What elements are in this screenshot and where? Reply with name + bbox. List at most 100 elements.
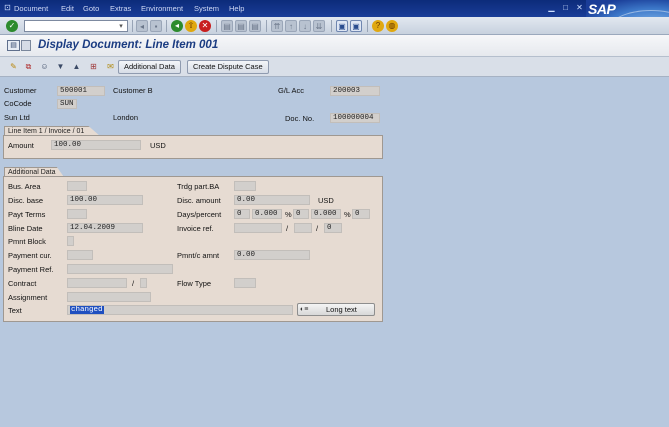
new-session-icon[interactable]: ▣ xyxy=(336,20,348,32)
percent2-sign: % xyxy=(344,210,351,219)
amount-field[interactable]: 100.00 xyxy=(51,140,141,150)
disc-currency: USD xyxy=(318,196,334,205)
percent1-field[interactable]: 0.000 xyxy=(252,209,282,219)
first-page-icon[interactable]: ⇈ xyxy=(271,20,283,32)
invoice-ref-field[interactable] xyxy=(234,223,282,233)
previous-page-icon[interactable]: ↑ xyxy=(285,20,297,32)
assignment-field[interactable] xyxy=(67,292,151,302)
glacc-field[interactable]: 200003 xyxy=(330,86,380,96)
pmnt-amnt-label: Pmnt/c amnt xyxy=(177,251,220,260)
payment-cur-field[interactable] xyxy=(67,250,93,260)
print-icon[interactable]: ▤ xyxy=(221,20,233,32)
pmnt-block-field[interactable] xyxy=(67,236,74,246)
invoice-ref-year-field[interactable] xyxy=(294,223,312,233)
user-icon[interactable]: ☺ xyxy=(39,61,50,73)
payt-terms-label: Payt Terms xyxy=(8,210,46,219)
menu-environment[interactable]: Environment xyxy=(141,4,183,13)
cocode-field[interactable]: SUN xyxy=(57,99,77,109)
help-icon[interactable]: ? xyxy=(372,20,384,32)
menu-help[interactable]: Help xyxy=(229,4,244,13)
trdg-part-label: Trdg part.BA xyxy=(177,182,220,191)
menu-goto[interactable]: Goto xyxy=(83,4,99,13)
other-document-icon[interactable]: ⧉ xyxy=(23,61,34,73)
bus-area-field[interactable] xyxy=(67,181,87,191)
percent2-field[interactable]: 0.000 xyxy=(311,209,341,219)
disc-amount-field[interactable]: 0.00 xyxy=(234,195,310,205)
days3-field[interactable]: 0 xyxy=(352,209,370,219)
back-arrow-icon[interactable]: ◂ xyxy=(136,20,148,32)
document-header-icon[interactable]: ⊞ xyxy=(88,61,99,73)
long-text-icon: ◐≡ xyxy=(300,306,309,313)
invoice-ref-item-field[interactable]: 0 xyxy=(324,223,342,233)
customer-name: Customer B xyxy=(113,86,153,95)
command-field[interactable] xyxy=(24,20,128,32)
text-field-selection: changed xyxy=(70,306,104,314)
payt-terms-field[interactable] xyxy=(67,209,87,219)
bline-date-field[interactable]: 12.04.2009 xyxy=(67,223,143,233)
document-overview-icon[interactable]: ▤ xyxy=(7,40,20,51)
next-item-down-icon[interactable]: ▼ xyxy=(55,61,66,73)
glacc-label: G/L Acc xyxy=(278,86,304,95)
long-text-button[interactable]: ◐≡ Long text xyxy=(297,303,375,316)
customer-label: Customer xyxy=(4,86,37,95)
long-text-button-label: Long text xyxy=(326,305,357,314)
trdg-part-field[interactable] xyxy=(234,181,256,191)
days-percent-label: Days/percent xyxy=(177,210,222,219)
maximize-icon[interactable]: □ xyxy=(560,2,571,13)
enter-check-icon[interactable]: ✓ xyxy=(6,20,18,32)
find-next-icon[interactable]: ▤ xyxy=(249,20,261,32)
change-display-pencil-icon[interactable]: ✎ xyxy=(8,61,19,73)
layout-menu-icon[interactable]: ◍ xyxy=(386,20,398,32)
days1-field[interactable]: 0 xyxy=(234,209,250,219)
assignment-label: Assignment xyxy=(8,293,48,302)
menu-extras[interactable]: Extras xyxy=(110,4,131,13)
payment-ref-field[interactable] xyxy=(67,264,173,274)
standard-toolbar: ✓ ▾ ◂ ▪ ◂ ⇧ ✕ ▤ ▤ ▤ ⇈ ↑ ↓ ⇊ ▣ ▣ ? ◍ xyxy=(0,17,669,35)
attachment-icon[interactable]: ✉ xyxy=(105,61,116,73)
previous-item-up-icon[interactable]: ▲ xyxy=(71,61,82,73)
text-field[interactable]: changed xyxy=(67,305,293,315)
contract-label: Contract xyxy=(8,279,37,288)
text-label: Text xyxy=(8,306,22,315)
amount-label: Amount xyxy=(8,141,34,150)
pmnt-block-label: Pmnt Block xyxy=(8,237,46,246)
city: London xyxy=(113,113,139,122)
days2-field[interactable]: 0 xyxy=(293,209,309,219)
invoice-ref-sep2: / xyxy=(316,224,319,233)
disc-base-field[interactable]: 100.00 xyxy=(67,195,143,205)
contract-field[interactable] xyxy=(67,278,127,288)
payment-cur-label: Payment cur. xyxy=(8,251,52,260)
sap-logo-text: SAP xyxy=(588,1,616,17)
menu-system[interactable]: System xyxy=(194,4,219,13)
menu-edit[interactable]: Edit xyxy=(61,4,74,13)
cancel-icon[interactable]: ✕ xyxy=(199,20,211,32)
pmnt-amnt-field[interactable]: 0.00 xyxy=(234,250,310,260)
bline-date-label: Bline Date xyxy=(8,224,43,233)
exit-icon[interactable]: ⇧ xyxy=(185,20,197,32)
disc-amount-label: Disc. amount xyxy=(177,196,221,205)
last-page-icon[interactable]: ⇊ xyxy=(313,20,325,32)
document-icon[interactable] xyxy=(21,40,31,51)
back-icon[interactable]: ◂ xyxy=(171,20,183,32)
customer-field[interactable]: 500001 xyxy=(57,86,105,96)
create-dispute-case-button[interactable]: Create Dispute Case xyxy=(187,60,269,74)
minimize-icon[interactable]: ▁ xyxy=(546,2,557,13)
command-history-icon[interactable]: ▾ xyxy=(117,21,125,31)
invoice-ref-sep1: / xyxy=(286,224,289,233)
menu-bar: ⊡ Document Edit Goto Extras Environment … xyxy=(0,0,669,17)
amount-currency: USD xyxy=(150,141,166,150)
additional-data-button[interactable]: Additional Data xyxy=(118,60,181,74)
flow-type-label: Flow Type xyxy=(177,279,212,288)
find-icon[interactable]: ▤ xyxy=(235,20,247,32)
next-page-icon[interactable]: ↓ xyxy=(299,20,311,32)
menu-document[interactable]: Document xyxy=(14,4,48,13)
percent1-sign: % xyxy=(285,210,292,219)
cocode-label: CoCode xyxy=(4,99,32,108)
shortcut-icon[interactable]: ▣ xyxy=(350,20,362,32)
contract-type-field[interactable] xyxy=(140,278,147,288)
docno-field[interactable]: 100000004 xyxy=(330,113,380,123)
system-menu-icon[interactable]: ⊡ xyxy=(3,3,12,12)
close-window-icon[interactable]: ✕ xyxy=(574,2,585,13)
flow-type-field[interactable] xyxy=(234,278,256,288)
save-icon[interactable]: ▪ xyxy=(150,20,162,32)
